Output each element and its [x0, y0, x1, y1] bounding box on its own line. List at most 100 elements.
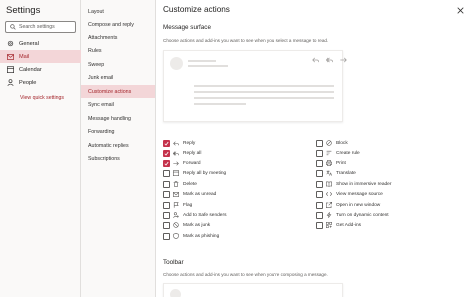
checkbox-open-in-new-window[interactable] [316, 201, 323, 209]
mail-nav-item-subscriptions[interactable]: Subscriptions [81, 152, 155, 165]
customize-actions-panel: Customize actions Message surface Choose… [156, 0, 474, 297]
mail-nav-item-sweep[interactable]: Sweep [81, 58, 155, 71]
toolbar-heading: Toolbar [163, 259, 184, 266]
option-label: Create rule [336, 150, 360, 156]
people-icon [6, 79, 14, 87]
mail-nav-item-forwarding[interactable]: Forwarding [81, 125, 155, 138]
checkbox-mark-as-junk[interactable] [163, 221, 170, 229]
category-calendar[interactable]: Calendar [0, 63, 81, 76]
option-mark-as-phishing[interactable]: Mark as phishing [163, 231, 219, 241]
option-create-rule[interactable]: Create rule [316, 148, 360, 158]
checkbox-create-rule[interactable] [316, 149, 323, 157]
mail-nav-item-message-handling[interactable]: Message handling [81, 112, 155, 125]
checkbox-delete[interactable] [163, 180, 170, 188]
search-box[interactable] [5, 21, 76, 33]
checkbox-block[interactable] [316, 139, 323, 147]
mail-nav-item-layout[interactable]: Layout [81, 5, 155, 18]
calendar-reply-icon [173, 170, 179, 176]
message-surface-heading: Message surface [163, 24, 211, 31]
option-mark-as-unread[interactable]: Mark as unread [163, 189, 216, 199]
mail-nav-item-compose-and-reply[interactable]: Compose and reply [81, 18, 155, 31]
mail-nav-item-rules[interactable]: Rules [81, 44, 155, 57]
forward-icon [173, 160, 179, 166]
reply-all-icon [173, 150, 179, 156]
checkbox-get-add-ins[interactable] [316, 221, 323, 229]
option-delete[interactable]: Delete [163, 179, 197, 189]
forward-icon [340, 57, 347, 63]
mail-nav-item-junk-email[interactable]: Junk email [81, 71, 155, 84]
search-input[interactable] [19, 24, 75, 30]
option-label: Reply [183, 140, 196, 146]
option-label: Reply all by meeting [183, 170, 227, 176]
option-open-in-new-window[interactable]: Open in new window [316, 200, 380, 210]
placeholder-line [194, 103, 246, 105]
message-surface-description: Choose actions and add-ins you want to s… [163, 38, 329, 43]
option-label: Turn on dynamic content [336, 212, 389, 218]
page-title: Customize actions [163, 5, 230, 14]
compose-preview [163, 283, 343, 297]
option-label: Get Add-ins [336, 222, 362, 228]
option-flag[interactable]: Flag [163, 200, 192, 210]
view-quick-settings-link[interactable]: View quick settings [20, 95, 64, 101]
category-label: Mail [19, 53, 30, 60]
checkmark-icon [164, 161, 169, 166]
option-mark-as-junk[interactable]: Mark as junk [163, 220, 210, 230]
preview-actions [312, 57, 347, 63]
dynamic-content-icon [326, 212, 332, 218]
mail-nav-item-automatic-replies[interactable]: Automatic replies [81, 139, 155, 152]
option-reply-all[interactable]: Reply all [163, 148, 201, 158]
checkbox-mark-as-phishing[interactable] [163, 232, 170, 240]
placeholder-line [194, 85, 334, 87]
category-label: People [19, 79, 37, 86]
trash-icon [173, 181, 179, 187]
toolbar-description: Choose actions and add-ins you want to s… [163, 272, 328, 277]
mail-nav-item-sync-email[interactable]: Sync email [81, 98, 155, 111]
placeholder-line [188, 60, 216, 62]
checkbox-reply-all-by-meeting[interactable] [163, 169, 170, 177]
option-label: Mark as unread [183, 191, 217, 197]
option-label: Mark as phishing [183, 233, 220, 239]
avatar [170, 289, 181, 297]
category-people[interactable]: People [0, 76, 81, 89]
checkbox-show-in-immersive-reader[interactable] [316, 180, 323, 188]
option-label: Add to Safe senders [183, 212, 227, 218]
mail-nav-item-customize-actions[interactable]: Customize actions [81, 85, 155, 98]
checkbox-add-to-safe-senders[interactable] [163, 211, 170, 219]
rule-icon [326, 150, 332, 156]
option-block[interactable]: Block [316, 138, 348, 148]
close-button[interactable] [454, 4, 466, 16]
checkbox-forward[interactable] [163, 159, 170, 167]
checkbox-translate[interactable] [316, 169, 323, 177]
option-forward[interactable]: Forward [163, 158, 201, 168]
checkbox-turn-on-dynamic-content[interactable] [316, 211, 323, 219]
placeholder-line [194, 91, 334, 93]
reply-all-icon [326, 57, 333, 63]
option-reply[interactable]: Reply [163, 138, 195, 148]
mail-nav-item-attachments[interactable]: Attachments [81, 31, 155, 44]
checkbox-print[interactable] [316, 159, 323, 167]
category-mail[interactable]: Mail [0, 50, 81, 63]
checkbox-reply-all[interactable] [163, 149, 170, 157]
option-label: Reply all [183, 150, 202, 156]
option-add-to-safe-senders[interactable]: Add to Safe senders [163, 210, 226, 220]
option-view-message-source[interactable]: View message source [316, 189, 383, 199]
option-show-in-immersive-reader[interactable]: Show in immersive reader [316, 179, 391, 189]
checkbox-mark-as-unread[interactable] [163, 190, 170, 198]
avatar [170, 57, 183, 70]
reply-icon [173, 140, 179, 146]
checkbox-flag[interactable] [163, 201, 170, 209]
option-translate[interactable]: Translate [316, 168, 356, 178]
settings-title: Settings [6, 5, 41, 16]
translate-icon [326, 170, 332, 176]
flag-icon [173, 202, 179, 208]
option-print[interactable]: Print [316, 158, 346, 168]
option-turn-on-dynamic-content[interactable]: Turn on dynamic content [316, 210, 389, 220]
option-reply-all-by-meeting[interactable]: Reply all by meeting [163, 168, 226, 178]
category-label: General [19, 40, 39, 47]
option-get-add-ins[interactable]: Get Add-ins [316, 220, 361, 230]
checkbox-view-message-source[interactable] [316, 190, 323, 198]
category-general[interactable]: General [0, 37, 81, 50]
close-icon [456, 6, 464, 14]
checkbox-reply[interactable] [163, 139, 170, 147]
mail-settings-nav: Layout Compose and reply Attachments Rul… [81, 0, 156, 297]
